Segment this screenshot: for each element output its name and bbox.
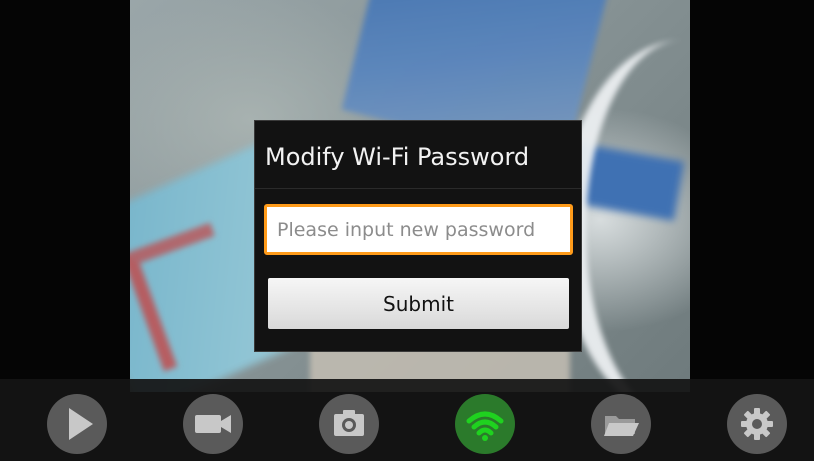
submit-button[interactable]: Submit bbox=[268, 278, 569, 329]
new-password-input[interactable] bbox=[264, 204, 573, 255]
wifi-icon bbox=[466, 411, 504, 441]
folder-icon bbox=[604, 416, 639, 436]
take-photo-button[interactable] bbox=[319, 394, 379, 454]
modify-wifi-password-dialog: Modify Wi-Fi Password Submit bbox=[254, 120, 582, 352]
gear-icon bbox=[741, 408, 773, 440]
video-camera-icon bbox=[195, 415, 231, 433]
play-icon bbox=[69, 408, 93, 440]
record-video-button[interactable] bbox=[183, 394, 243, 454]
title-divider bbox=[255, 188, 581, 189]
play-button[interactable] bbox=[47, 394, 107, 454]
file-browser-button[interactable] bbox=[591, 394, 651, 454]
bottom-toolbar bbox=[0, 379, 814, 461]
app-screen: Modify Wi-Fi Password Submit bbox=[0, 0, 814, 461]
settings-button[interactable] bbox=[727, 394, 787, 454]
dialog-title: Modify Wi-Fi Password bbox=[265, 143, 530, 171]
camera-icon bbox=[334, 410, 364, 436]
wifi-settings-button[interactable] bbox=[455, 394, 515, 454]
